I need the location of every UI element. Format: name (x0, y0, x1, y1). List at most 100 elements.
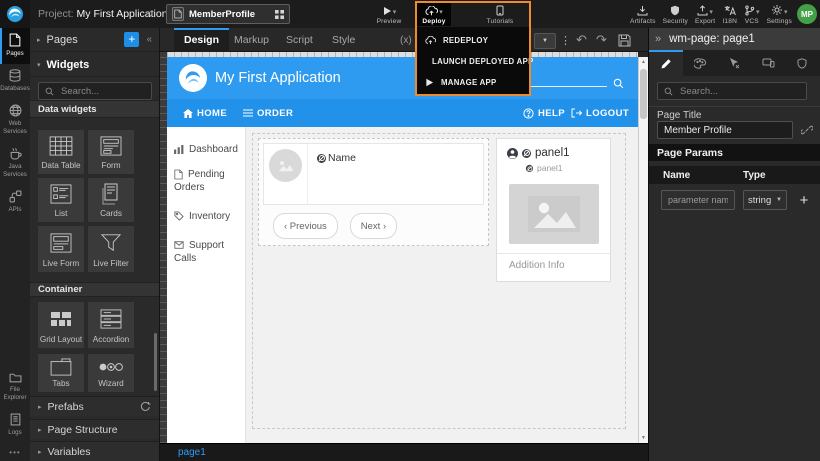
vcs-button[interactable]: ▾ VCS (744, 2, 760, 26)
rail-item-pages[interactable]: Pages (0, 28, 30, 64)
file-icon (174, 169, 183, 180)
widget-tile-wizard[interactable]: Wizard (88, 354, 134, 392)
menu-item-inventory[interactable]: Inventory (174, 210, 242, 223)
rail-item-file-explorer[interactable]: File Explorer (0, 367, 30, 408)
add-param-button[interactable]: + (795, 188, 813, 212)
canvas-size-select[interactable]: ▼ (534, 33, 556, 49)
tab-events[interactable] (717, 50, 751, 76)
widget-tile-form[interactable]: Form (88, 130, 134, 174)
project-label: Project: (38, 8, 74, 20)
settings-button[interactable]: ▾ Settings (767, 2, 792, 26)
menu-item-dashboard[interactable]: Dashboard (174, 143, 242, 156)
tab-devices[interactable] (751, 50, 785, 76)
widget-tile-data-table[interactable]: Data Table (38, 130, 84, 174)
statusbar-page-tab[interactable]: page1 (178, 447, 206, 458)
scrollbar-thumb[interactable] (640, 69, 647, 119)
canvas-scrollbar[interactable]: ▲ ▼ (638, 57, 648, 443)
pages-header-label: Pages (47, 34, 78, 46)
open-page-tab[interactable]: MemberProfile (166, 4, 290, 24)
tab-markup[interactable]: Markup (224, 28, 279, 52)
preview-button[interactable]: ▾ Preview (368, 2, 410, 26)
widget-tile-grid-layout[interactable]: Grid Layout (38, 302, 84, 348)
globe-icon (9, 104, 22, 117)
name-field[interactable]: Name (317, 152, 356, 164)
properties-search[interactable] (657, 82, 807, 100)
panel1-widget[interactable]: panel1 panel1 Addition Info (496, 138, 611, 282)
nav-help[interactable]: HELP (523, 99, 565, 127)
kebab-menu-button[interactable]: ⋮ (560, 28, 571, 52)
app-search-icon[interactable] (613, 78, 624, 89)
menu-item-manage-app[interactable]: MANAGE APP (417, 78, 529, 87)
wavemaker-logo[interactable] (0, 0, 30, 28)
widget-tile-cards[interactable]: Cards (88, 178, 134, 222)
nav-logout[interactable]: LOGOUT (571, 99, 629, 127)
param-type-select[interactable]: string ▼ (743, 190, 787, 210)
menu-item-support-calls[interactable]: Support Calls (174, 239, 242, 265)
collapse-panel-icon[interactable]: « (146, 34, 152, 45)
redo-button[interactable]: ↷ (596, 28, 607, 52)
scroll-down-arrow[interactable]: ▼ (639, 433, 648, 443)
grid-switcher-icon[interactable] (275, 10, 284, 19)
tutorials-button[interactable]: Tutorials (480, 2, 520, 26)
tab-styles[interactable] (683, 50, 717, 76)
widget-tile-tabs[interactable]: Tabs (38, 354, 84, 392)
widget-search-input[interactable] (59, 85, 145, 98)
menu-item-launch-deployed-app[interactable]: LAUNCH DEPLOYED APP (417, 57, 529, 66)
pages-accordion-header[interactable]: ▸ Pages + « (30, 28, 159, 52)
scroll-up-arrow[interactable]: ▲ (639, 57, 648, 67)
caret-down-icon: ▾ (37, 61, 41, 69)
widgets-accordion-header[interactable]: ▾ Widgets (30, 53, 159, 77)
variables-accordion-header[interactable]: ▸ Variables (30, 441, 159, 461)
refresh-icon[interactable] (140, 401, 151, 412)
list-widget-container[interactable]: Name ‹ Previous Next › (258, 138, 489, 246)
widget-search[interactable] (38, 82, 152, 100)
undo-button[interactable]: ↶ (576, 28, 587, 52)
save-button[interactable] (618, 28, 631, 52)
deploy-button[interactable]: ▾ Deploy (417, 2, 451, 26)
rail-more-button[interactable]: ••• (0, 443, 30, 461)
prefabs-label: Prefabs (48, 401, 84, 413)
next-button[interactable]: Next › (350, 213, 397, 239)
widget-tile-accordion[interactable]: Accordion (88, 302, 134, 348)
page-title-input[interactable] (657, 121, 793, 139)
security-button[interactable]: Security (663, 2, 688, 26)
rail-item-java-services[interactable]: Java Services (0, 142, 30, 185)
rail-item-logs[interactable]: Logs (0, 408, 30, 443)
tab-script[interactable]: Script (276, 28, 323, 52)
folder-icon (9, 372, 22, 383)
panel-scrollbar-thumb[interactable] (154, 333, 157, 391)
top-bar: Project: My First Application › MemberPr… (0, 0, 820, 29)
menu-item-pending-orders[interactable]: Pending Orders (174, 168, 242, 194)
export-button[interactable]: ▾ Export (695, 2, 715, 26)
page-structure-accordion-header[interactable]: ▸ Page Structure (30, 419, 159, 439)
param-name-input[interactable] (661, 190, 735, 210)
preview-label: Preview (377, 18, 402, 25)
user-avatar[interactable]: MP (797, 4, 817, 24)
rail-item-databases[interactable]: Databases (0, 64, 30, 99)
prefabs-accordion-header[interactable]: ▸ Prefabs (30, 396, 159, 416)
tab-properties[interactable] (649, 50, 683, 76)
previous-button[interactable]: ‹ Previous (273, 213, 338, 239)
widget-tile-live-form[interactable]: Live Form (38, 226, 84, 272)
menu-item-redeploy[interactable]: REDEPLOY (417, 36, 529, 45)
list-item-card[interactable]: Name (263, 143, 484, 205)
rail-item-apis[interactable]: APIs (0, 185, 30, 220)
i18n-button[interactable]: I18N (722, 2, 737, 26)
tab-style[interactable]: Style (322, 28, 365, 52)
panel1-image-placeholder[interactable] (509, 184, 599, 244)
nav-order[interactable]: ORDER (243, 99, 293, 127)
add-page-button[interactable]: + (124, 32, 139, 47)
app-search-input[interactable] (527, 86, 607, 87)
widget-tile-live-filter[interactable]: Live Filter (88, 226, 134, 272)
picture-cell[interactable] (264, 144, 308, 204)
nav-home[interactable]: HOME (183, 99, 227, 127)
artifacts-button[interactable]: Artifacts (630, 2, 656, 26)
properties-search-input[interactable] (678, 85, 800, 98)
collapse-right-panel-icon[interactable]: » (655, 33, 661, 45)
rail-item-web-services[interactable]: Web Services (0, 99, 30, 142)
tab-security[interactable] (785, 50, 819, 76)
bind-link-icon[interactable] (801, 124, 813, 136)
widget-tile-list[interactable]: List (38, 178, 84, 222)
panel1-title-row[interactable]: panel1 (507, 147, 570, 159)
tab-design[interactable]: Design (174, 28, 229, 52)
